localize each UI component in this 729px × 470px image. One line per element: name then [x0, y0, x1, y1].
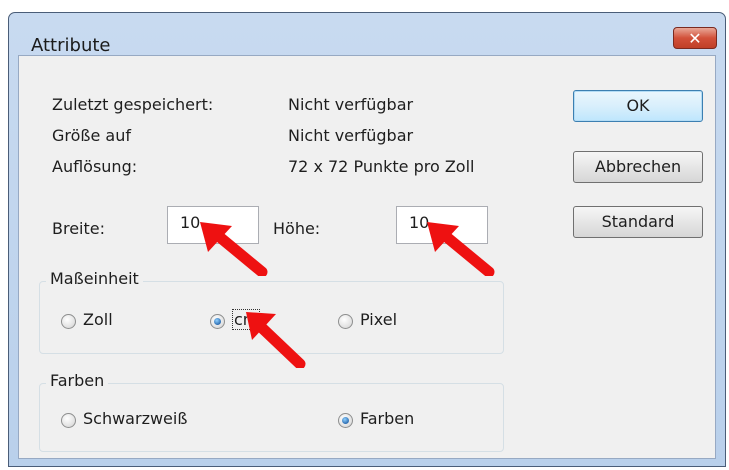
unit-group-legend: Maßeinheit — [46, 269, 143, 288]
red-arrow-icon — [427, 222, 495, 276]
cancel-button[interactable]: Abbrechen — [573, 151, 703, 183]
default-button[interactable]: Standard — [573, 206, 703, 238]
height-label: Höhe: — [273, 219, 321, 238]
color-group-legend: Farben — [46, 371, 109, 390]
ok-button[interactable]: OK — [573, 90, 703, 122]
color-bw-label[interactable]: Schwarzweiß — [83, 409, 187, 428]
color-farben-radio[interactable] — [338, 413, 353, 428]
resolution-value: 72 x 72 Punkte pro Zoll — [288, 157, 475, 176]
unit-zoll-radio[interactable] — [61, 314, 76, 329]
size-label: Größe auf — [52, 126, 131, 145]
unit-pixel-radio[interactable] — [338, 314, 353, 329]
unit-cm-radio[interactable] — [210, 314, 225, 329]
close-button[interactable]: ✕ — [673, 27, 717, 49]
width-label: Breite: — [52, 219, 105, 238]
size-value: Nicht verfügbar — [288, 126, 414, 145]
resolution-label: Auflösung: — [52, 157, 138, 176]
color-farben-label[interactable]: Farben — [360, 409, 414, 428]
red-arrow-icon — [200, 222, 268, 276]
last-saved-label: Zuletzt gespeichert: — [52, 95, 214, 114]
last-saved-value: Nicht verfügbar — [288, 95, 414, 114]
dialog-client: Zuletzt gespeichert: Nicht verfügbar Grö… — [18, 55, 716, 459]
dialog-window: Attribute ✕ Zuletzt gespeichert: Nicht v… — [8, 12, 726, 467]
close-icon: ✕ — [688, 29, 702, 48]
unit-pixel-label[interactable]: Pixel — [360, 310, 397, 329]
color-bw-radio[interactable] — [61, 413, 76, 428]
unit-zoll-label[interactable]: Zoll — [83, 310, 113, 329]
red-arrow-icon — [246, 312, 306, 368]
dialog-title: Attribute — [31, 35, 111, 56]
